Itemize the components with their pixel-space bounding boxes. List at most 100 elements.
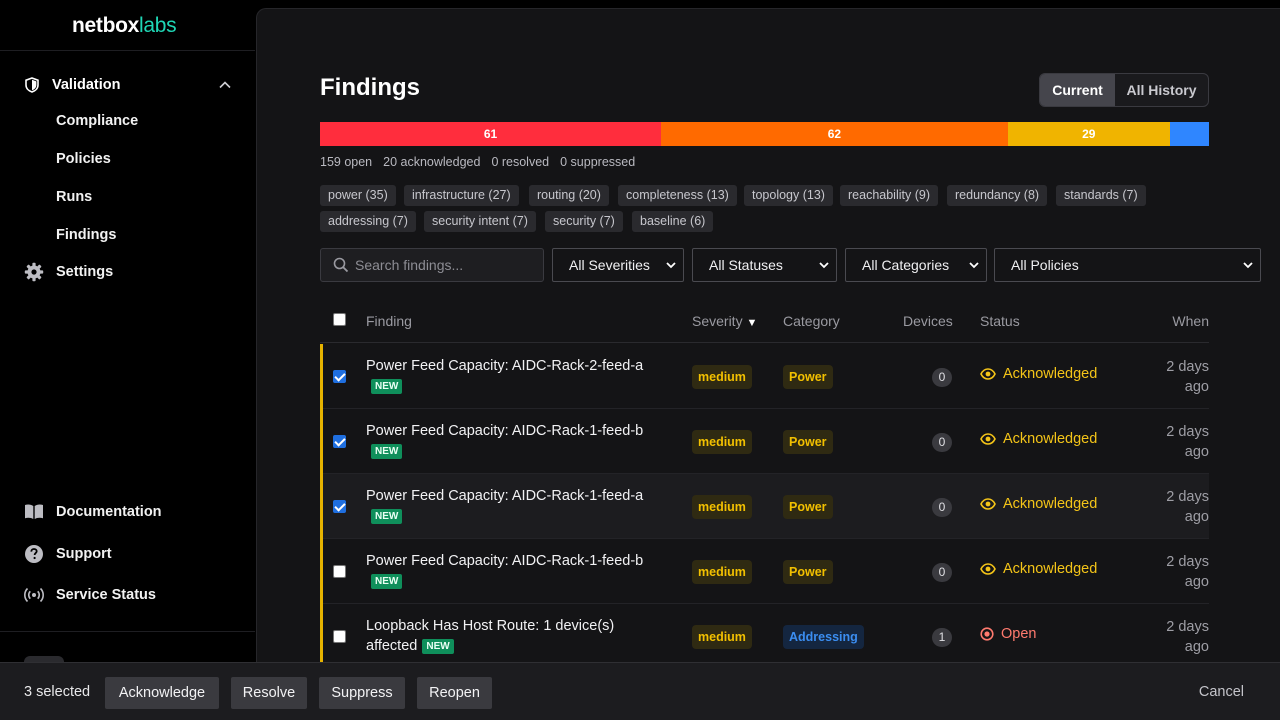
finding-title-text: Power Feed Capacity: AIDC-Rack-2-feed-a xyxy=(366,358,644,374)
row-severity-accent xyxy=(320,409,323,474)
when-text: 2 days ago xyxy=(1166,554,1209,590)
when-text: 2 days ago xyxy=(1166,619,1209,655)
policy-filter-select[interactable]: All Policies xyxy=(994,248,1261,282)
new-badge: NEW xyxy=(371,574,403,589)
sort-desc-icon: ▼ xyxy=(746,317,758,329)
category-chip[interactable]: security intent (7) xyxy=(424,211,536,232)
column-severity[interactable]: Severity ▼ xyxy=(692,313,757,329)
device-count: 0 xyxy=(932,563,952,582)
search-box xyxy=(320,248,544,282)
chevron-down-icon xyxy=(819,262,829,269)
summary-suppressed: 0 suppressed xyxy=(560,155,636,169)
category-chip[interactable]: addressing (7) xyxy=(320,211,416,232)
finding-title[interactable]: Power Feed Capacity: AIDC-Rack-2-feed-a N… xyxy=(366,356,656,396)
selected-count: 3 selected xyxy=(24,684,91,700)
table-row[interactable]: Power Feed Capacity: AIDC-Rack-2-feed-a N… xyxy=(320,344,1209,409)
finding-title-text: Power Feed Capacity: AIDC-Rack-1-feed-a xyxy=(366,488,644,504)
sidebar-item-support[interactable]: Support xyxy=(24,544,112,564)
category-filter-value: All Categories xyxy=(862,257,950,273)
finding-title[interactable]: Power Feed Capacity: AIDC-Rack-1-feed-b N… xyxy=(366,421,656,461)
finding-title[interactable]: Loopback Has Host Route: 1 device(s) aff… xyxy=(366,616,656,656)
finding-title[interactable]: Power Feed Capacity: AIDC-Rack-1-feed-a N… xyxy=(366,486,656,526)
status-filter-value: All Statuses xyxy=(709,257,783,273)
category-filter-select[interactable]: All Categories xyxy=(845,248,987,282)
category-chip[interactable]: completeness (13) xyxy=(618,185,737,206)
cancel-button[interactable]: Cancel xyxy=(1199,684,1244,700)
device-count: 0 xyxy=(932,368,952,387)
sidebar-item-service-status[interactable]: Service Status xyxy=(24,585,156,605)
device-count: 0 xyxy=(932,433,952,452)
column-when[interactable]: When xyxy=(1172,313,1209,329)
category-chip[interactable]: baseline (6) xyxy=(632,211,714,232)
new-badge: NEW xyxy=(371,444,403,459)
table-row[interactable]: Power Feed Capacity: AIDC-Rack-1-feed-a N… xyxy=(320,474,1209,539)
severity-segment[interactable]: 29 xyxy=(1007,122,1170,146)
chevron-up-icon[interactable] xyxy=(218,78,232,92)
acknowledge-button[interactable]: Acknowledge xyxy=(105,677,219,709)
table-row[interactable]: Power Feed Capacity: AIDC-Rack-1-feed-b N… xyxy=(320,539,1209,604)
category-chip[interactable]: security (7) xyxy=(545,211,623,232)
status-indicator: Acknowledged xyxy=(980,496,1097,512)
logo-text-netbox: netbox xyxy=(72,14,140,37)
sidebar-item-findings[interactable]: Findings xyxy=(56,227,116,243)
row-checkbox[interactable] xyxy=(333,500,346,513)
category-chip[interactable]: power (35) xyxy=(320,185,396,206)
sidebar-item-service-status-label: Service Status xyxy=(56,587,156,603)
tab-current[interactable]: Current xyxy=(1040,74,1115,106)
category-chip[interactable]: redundancy (8) xyxy=(947,185,1048,206)
category-badge: Power xyxy=(783,560,833,584)
bulk-action-bar: 3 selected Acknowledge Resolve Suppress … xyxy=(0,662,1280,720)
severity-segment[interactable]: 61 xyxy=(320,122,662,146)
search-input[interactable] xyxy=(355,257,535,273)
row-checkbox[interactable] xyxy=(333,565,346,578)
sidebar-item-documentation-label: Documentation xyxy=(56,504,162,520)
eye-icon xyxy=(980,433,996,445)
category-badge: Addressing xyxy=(783,625,864,649)
summary-resolved: 0 resolved xyxy=(491,155,550,169)
sidebar-item-compliance[interactable]: Compliance xyxy=(56,113,138,129)
netbox-labs-logo[interactable]: netboxlabs xyxy=(72,14,177,38)
column-finding[interactable]: Finding xyxy=(366,313,412,329)
logo-text-labs: labs xyxy=(139,14,177,37)
sidebar-item-policies[interactable]: Policies xyxy=(56,151,111,167)
table-row[interactable]: Power Feed Capacity: AIDC-Rack-1-feed-b N… xyxy=(320,409,1209,474)
select-all-checkbox[interactable] xyxy=(333,313,346,326)
sidebar-item-runs[interactable]: Runs xyxy=(56,189,92,205)
reopen-button[interactable]: Reopen xyxy=(417,677,492,709)
severity-segment[interactable]: 62 xyxy=(661,122,1008,146)
table-row[interactable]: Loopback Has Host Route: 1 device(s) aff… xyxy=(320,604,1209,668)
category-chip[interactable]: routing (20) xyxy=(529,185,609,206)
category-chip[interactable]: reachability (9) xyxy=(840,185,938,206)
sidebar-item-settings[interactable]: Settings xyxy=(24,262,113,282)
sidebar-divider xyxy=(0,50,255,51)
policy-filter-value: All Policies xyxy=(1011,257,1079,273)
sidebar-item-documentation[interactable]: Documentation xyxy=(24,503,162,521)
suppress-button[interactable]: Suppress xyxy=(319,677,405,709)
row-checkbox[interactable] xyxy=(333,630,346,643)
finding-title[interactable]: Power Feed Capacity: AIDC-Rack-1-feed-b N… xyxy=(366,551,656,591)
chevron-down-icon xyxy=(1243,262,1253,269)
row-checkbox[interactable] xyxy=(333,435,346,448)
severity-badge: medium xyxy=(692,430,752,454)
tab-all-history[interactable]: All History xyxy=(1115,74,1208,106)
status-indicator: Acknowledged xyxy=(980,431,1097,447)
sidebar-item-settings-label: Settings xyxy=(56,264,114,280)
column-status[interactable]: Status xyxy=(980,313,1020,329)
category-chip[interactable]: infrastructure (27) xyxy=(404,185,519,206)
view-toggle: Current All History xyxy=(1039,73,1209,107)
column-devices[interactable]: Devices xyxy=(903,313,953,329)
column-category[interactable]: Category xyxy=(783,313,840,329)
sidebar: netboxlabs Validation Compliance Policie… xyxy=(0,0,255,720)
category-chip[interactable]: standards (7) xyxy=(1056,185,1146,206)
severity-segment[interactable] xyxy=(1169,122,1209,146)
sidebar-item-support-label: Support xyxy=(56,546,112,562)
status-filter-select[interactable]: All Statuses xyxy=(692,248,837,282)
row-checkbox[interactable] xyxy=(333,370,346,383)
category-chip[interactable]: topology (13) xyxy=(744,185,833,206)
row-severity-accent xyxy=(320,604,323,668)
status-indicator: Open xyxy=(980,626,1036,642)
eye-icon xyxy=(980,563,996,575)
sidebar-group-validation[interactable]: Validation xyxy=(24,74,236,96)
resolve-button[interactable]: Resolve xyxy=(231,677,307,709)
severity-filter-select[interactable]: All Severities xyxy=(552,248,684,282)
